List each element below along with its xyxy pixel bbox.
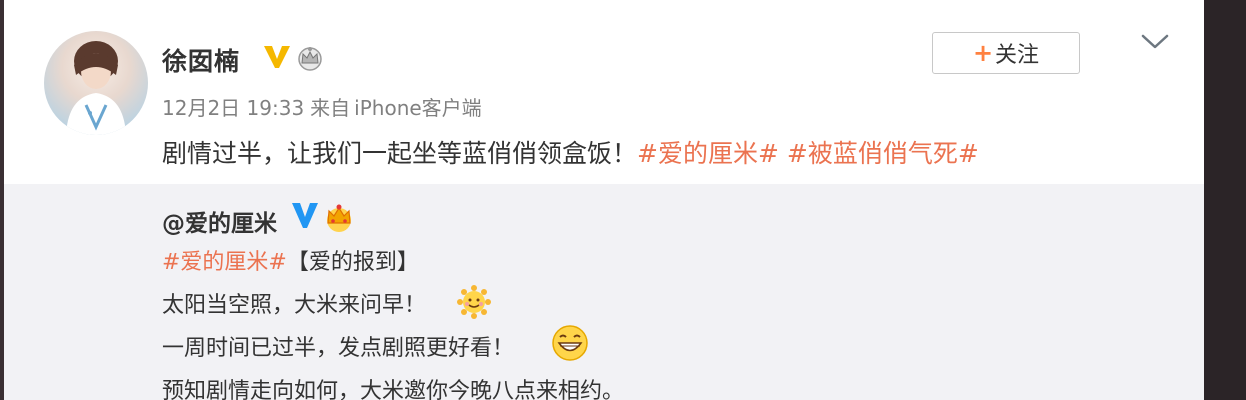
post-text: 剧情过半，让我们一起坐等蓝俏俏领盒饭！#爱的厘米# #被蓝俏俏气死# xyxy=(162,134,979,170)
crown-badge-icon[interactable] xyxy=(322,203,356,233)
avatar-portrait xyxy=(66,41,126,135)
follow-button[interactable]: + 关注 xyxy=(932,32,1080,74)
topic-tag[interactable]: #被蓝俏俏气死# xyxy=(787,139,979,168)
plus-icon: + xyxy=(972,39,994,67)
post-meta: 12月2日 19:33 来自 iPhone客户端 xyxy=(162,92,488,121)
post-username[interactable]: 徐囡楠 xyxy=(162,42,240,78)
weibo-post-card: 徐囡楠 12月2日 19:33 来自 iPhone客户端 剧情过半，让我们一起坐等蓝… xyxy=(4,0,1204,400)
right-edge xyxy=(1204,0,1246,400)
post-time[interactable]: 12月2日 19:33 xyxy=(162,96,304,120)
sun-emoji-icon xyxy=(457,285,491,319)
source-prefix: 来自 xyxy=(310,96,351,120)
topic-tag[interactable]: #爱的厘米# xyxy=(162,250,287,275)
chevron-down-icon[interactable] xyxy=(1138,30,1172,54)
quoted-line-3: 预知剧情走向如何，大米邀你今晚八点来相约。 xyxy=(162,379,625,400)
quoted-line-2: 一周时间已过半，发点剧照更好看！ xyxy=(162,336,515,361)
post-source[interactable]: iPhone客户端 xyxy=(354,96,482,120)
topic-tag[interactable]: #爱的厘米# xyxy=(637,139,779,168)
crown-badge-icon[interactable] xyxy=(295,45,325,71)
quoted-username[interactable]: @爱的厘米 xyxy=(162,204,277,238)
v-verified-icon xyxy=(292,203,318,228)
quoted-line-1: 太阳当空照，大米来问早！ xyxy=(162,293,427,318)
post-body: 剧情过半，让我们一起坐等蓝俏俏领盒饭！ xyxy=(162,139,638,168)
bracket-title: 【爱的报到】 xyxy=(286,250,419,275)
follow-label: 关注 xyxy=(995,43,1040,68)
quoted-first-line: #爱的厘米#【爱的报到】 xyxy=(162,244,419,276)
grin-emoji-icon xyxy=(552,325,588,361)
avatar[interactable] xyxy=(44,31,148,135)
v-verified-icon xyxy=(264,46,290,68)
